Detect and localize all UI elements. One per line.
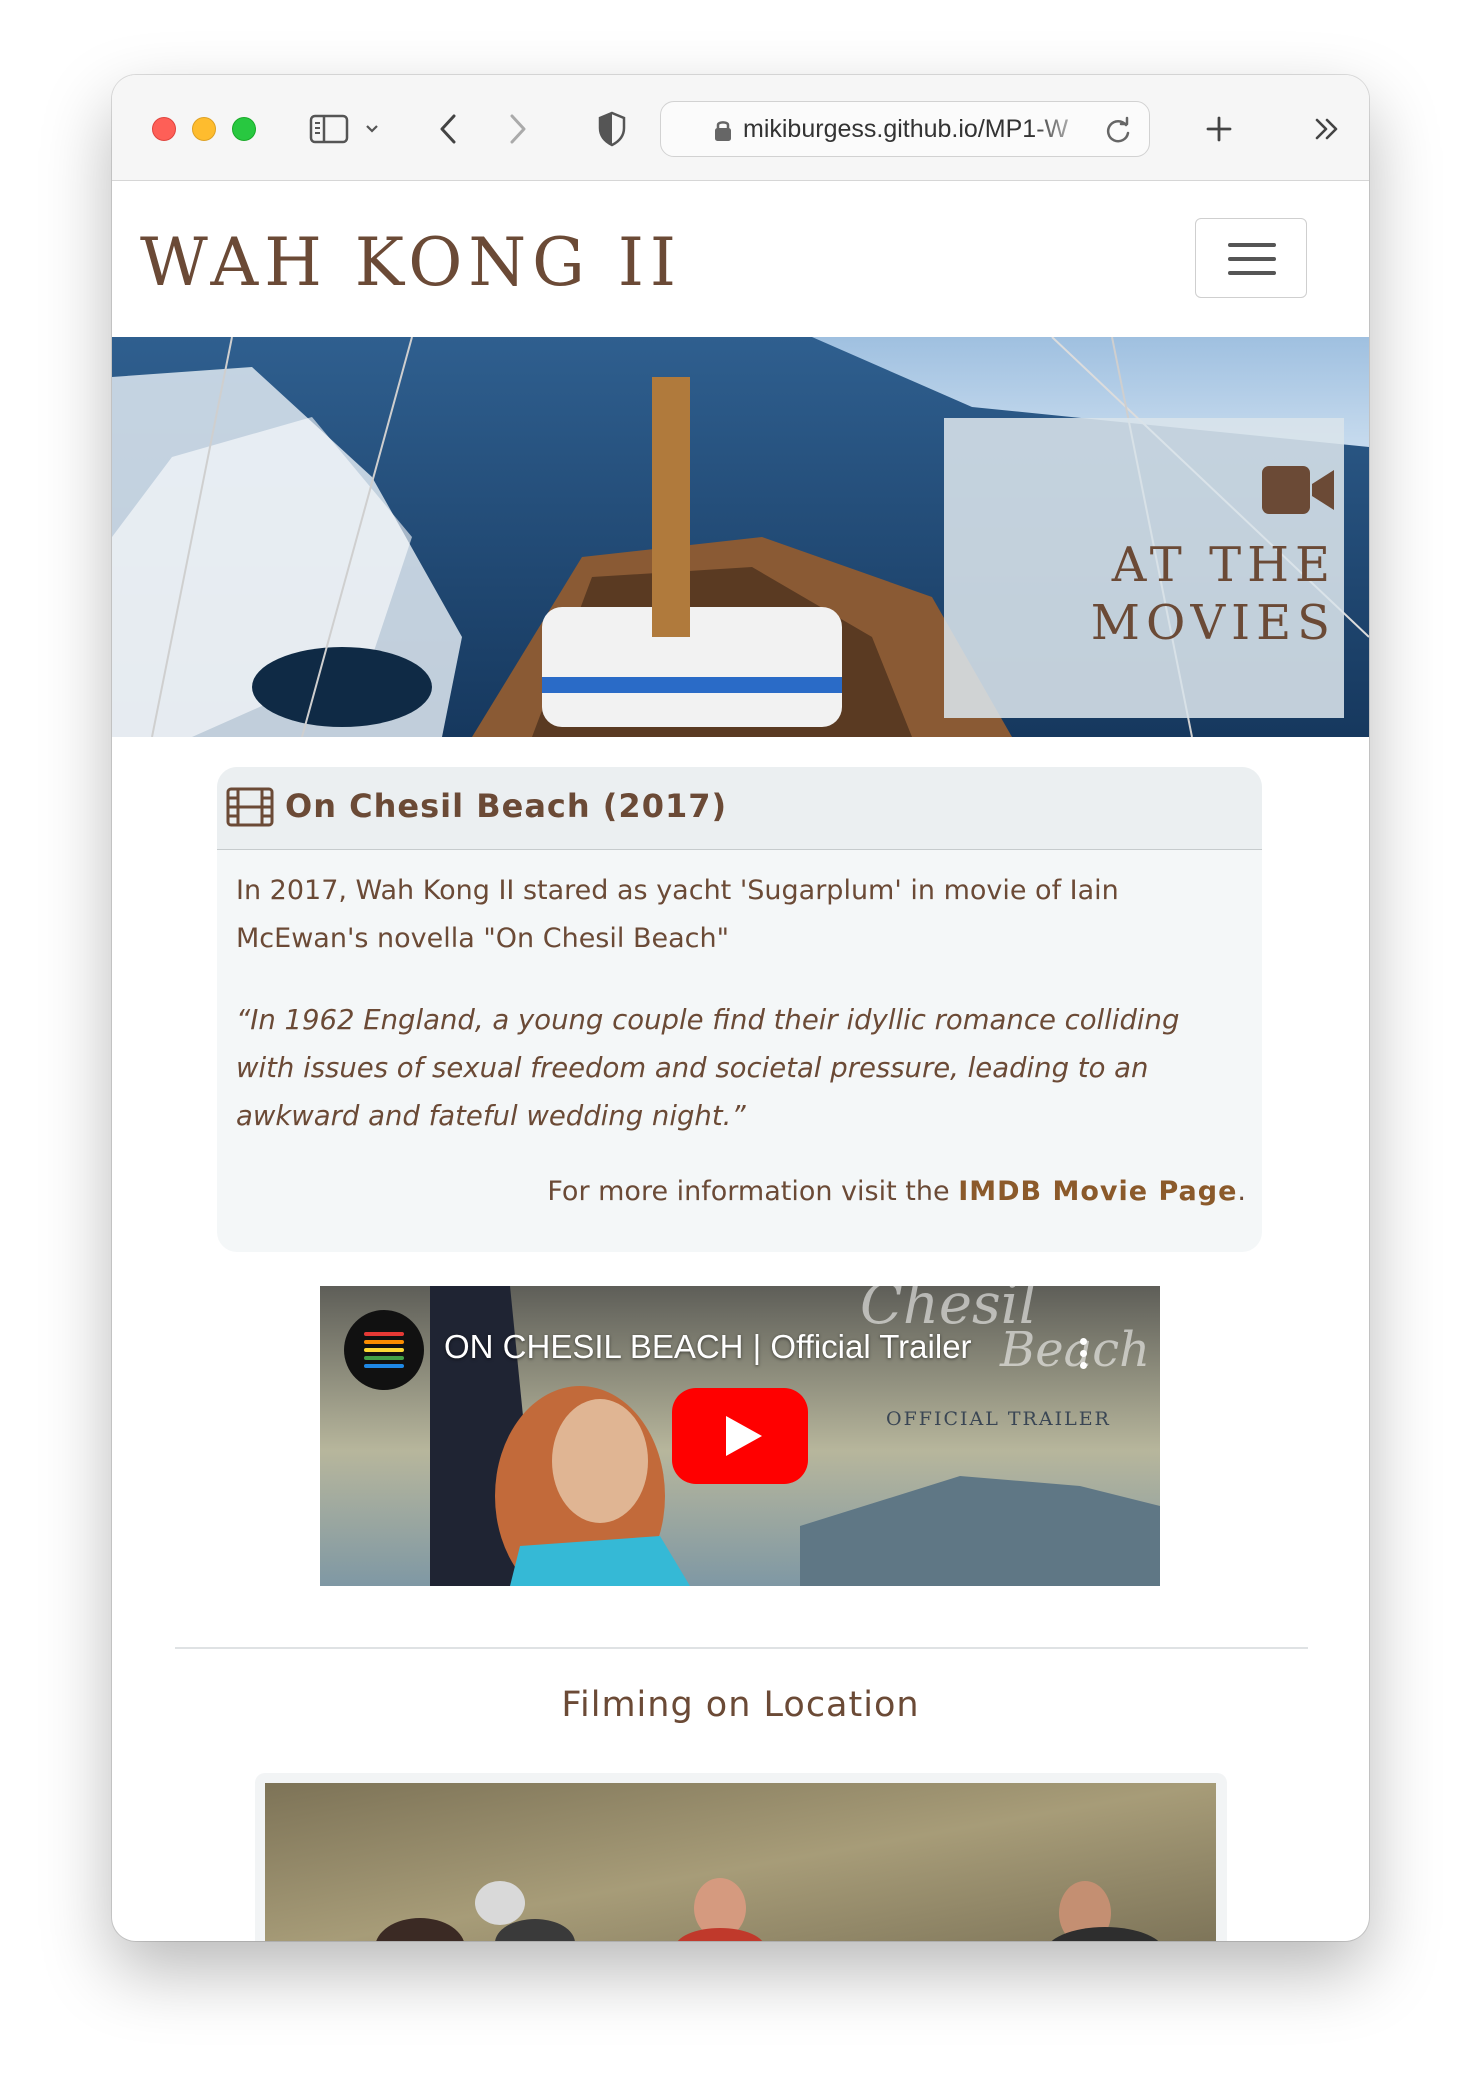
- movie-card: On Chesil Beach (2017) In 2017, Wah Kong…: [217, 767, 1262, 1252]
- close-window-button[interactable]: [152, 117, 176, 141]
- url-text: mikiburgess.github.io/MP1-W: [743, 115, 1069, 143]
- hamburger-menu-button[interactable]: [1195, 218, 1307, 298]
- site-brand[interactable]: WAH KONG II: [140, 224, 682, 301]
- forward-button[interactable]: [500, 109, 536, 149]
- avatar-stripe: [364, 1348, 404, 1352]
- youtube-video-embed[interactable]: Chesil Beach ON CHESIL BEACH | Official …: [320, 1286, 1160, 1586]
- site-header: WAH KONG II: [112, 182, 1369, 337]
- imdb-link-line: For more information visit the IMDB Movi…: [236, 1172, 1246, 1212]
- hero-title: AT THE MOVIES: [956, 536, 1336, 652]
- hamburger-icon-bar: [1228, 257, 1276, 261]
- hero-title-line-2: MOVIES: [1090, 595, 1336, 651]
- url-fade: [1033, 110, 1093, 150]
- location-photo-frame: [255, 1773, 1227, 1941]
- youtube-play-icon[interactable]: [672, 1388, 808, 1484]
- movie-card-header: On Chesil Beach (2017): [217, 767, 1262, 850]
- video-camera-icon: [1262, 466, 1334, 514]
- browser-toolbar: mikiburgess.github.io/MP1-W: [112, 75, 1369, 181]
- browser-window: mikiburgess.github.io/MP1-W WAH KONG II: [112, 75, 1369, 1941]
- imdb-movie-page-link[interactable]: IMDB Movie Page: [958, 1176, 1237, 1207]
- video-script-word-2: Beach: [1000, 1322, 1151, 1378]
- avatar-stripe: [364, 1364, 404, 1368]
- chevron-right-icon: [510, 114, 526, 144]
- trailer-caption: OFFICIAL TRAILER: [886, 1408, 1111, 1430]
- reload-icon[interactable]: [1101, 114, 1135, 148]
- avatar-stripe: [364, 1340, 404, 1344]
- filming-section-title: Filming on Location: [561, 1685, 920, 1725]
- address-bar[interactable]: mikiburgess.github.io/MP1-W: [660, 101, 1150, 157]
- plus-icon[interactable]: [1197, 109, 1241, 149]
- movie-description: In 2017, Wah Kong II stared as yacht 'Su…: [236, 875, 1119, 954]
- avatar-stripe: [364, 1332, 404, 1336]
- imdb-link-prefix: For more information visit the: [547, 1176, 959, 1207]
- minimize-window-button[interactable]: [192, 117, 216, 141]
- chevron-left-icon: [440, 114, 456, 144]
- more-vertical-icon[interactable]: [1077, 1336, 1089, 1372]
- section-divider: [175, 1647, 1308, 1649]
- film-icon: [226, 787, 274, 827]
- lock-icon: [715, 121, 731, 141]
- shield-icon[interactable]: [592, 109, 632, 149]
- location-photo: [265, 1783, 1216, 1941]
- hero-banner: AT THE MOVIES: [112, 337, 1369, 737]
- movie-card-title: On Chesil Beach (2017): [285, 787, 728, 825]
- hero-title-panel: AT THE MOVIES: [944, 418, 1344, 718]
- hamburger-icon-bar: [1228, 271, 1276, 275]
- channel-avatar[interactable]: [344, 1310, 424, 1390]
- movie-card-body: In 2017, Wah Kong II stared as yacht 'Su…: [236, 867, 1246, 1212]
- zoom-window-button[interactable]: [232, 117, 256, 141]
- movie-quote: “In 1962 England, a young couple find th…: [236, 1004, 1180, 1132]
- avatar-stripe: [364, 1356, 404, 1360]
- chevron-down-icon[interactable]: [362, 109, 382, 149]
- sidebar-icon[interactable]: [307, 109, 351, 149]
- hamburger-icon: [1228, 243, 1276, 247]
- double-chevron-right-icon[interactable]: [1307, 109, 1347, 149]
- video-title[interactable]: ON CHESIL BEACH | Official Trailer: [444, 1328, 972, 1366]
- hero-title-line-1: AT THE: [1111, 537, 1336, 593]
- back-button[interactable]: [430, 109, 466, 149]
- imdb-link-suffix: .: [1237, 1176, 1246, 1207]
